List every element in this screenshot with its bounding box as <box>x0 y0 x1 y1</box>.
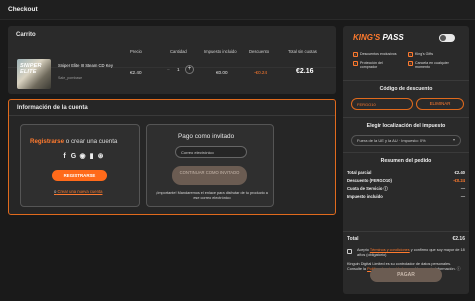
guest-heading: Pago como invitado <box>178 133 235 140</box>
facebook-icon[interactable]: f <box>60 152 69 161</box>
toggle-knob <box>440 35 446 41</box>
product-image-text: SNIPER ELITE <box>20 63 42 75</box>
col-discount: Descuento <box>249 49 270 54</box>
twitch-icon[interactable]: ▮ <box>87 152 96 161</box>
check-icon: ✓ <box>353 52 358 57</box>
guest-note: ¡Importante! Mandaremos el enlace para d… <box>156 191 268 200</box>
perk-item: Protección del comprador <box>360 61 383 70</box>
pay-button[interactable]: PAGAR <box>370 268 442 282</box>
summary-row: Total parcial €2.40 <box>347 170 465 175</box>
email-field[interactable] <box>175 146 247 158</box>
summary-total: Total €2.16 <box>347 236 465 242</box>
register-button[interactable]: REGISTRARSE <box>52 170 107 181</box>
perk-item: Descuentos exclusivos <box>360 52 397 56</box>
terms-checkbox[interactable] <box>347 249 352 254</box>
create-prefix: o <box>54 189 57 194</box>
register-heading: Registrarse o crear una cuenta <box>30 138 117 145</box>
item-total: €2.16 <box>296 68 314 75</box>
check-icon: ✓ <box>408 52 413 57</box>
divider <box>343 117 469 118</box>
item-discount: -€0.24 <box>254 70 268 75</box>
check-icon: ✓ <box>353 61 358 66</box>
kings-pass-logo: KING'S PASS <box>353 33 404 42</box>
cart-panel: Carrito <box>8 26 336 94</box>
tax-location-title: Elegir localización del impuesto <box>366 123 446 129</box>
continue-as-guest-button[interactable]: CONTINUAR COMO INVITADO <box>172 166 247 185</box>
col-tax: Impuesto incluido <box>204 49 237 54</box>
steam-icon[interactable]: ⊛ <box>96 152 105 161</box>
product-seller[interactable]: Sale_pornbase <box>58 76 82 80</box>
col-total: Total sin cuotas <box>288 49 317 54</box>
terms-link[interactable]: Términos y condiciones <box>370 248 410 252</box>
quantity-plus-button[interactable]: + <box>185 65 194 74</box>
kings-pass-box: KING'S PASS <box>351 29 461 47</box>
discount-code-field[interactable]: FERGO10 <box>351 98 413 110</box>
perk-item: Cancela en cualquier momento <box>415 61 449 70</box>
summary-row: Descuento (FERGO10) -€0.24 <box>347 178 465 183</box>
register-box <box>20 124 140 207</box>
order-summary-title: Resumen del pedido <box>380 158 432 164</box>
chevron-down-icon: ▾ <box>452 137 455 142</box>
item-tax: €0.00 <box>216 70 228 75</box>
account-title: Información de la cuenta <box>17 105 88 111</box>
summary-row: Cuota de Servicio ⓘ — <box>347 186 465 191</box>
quantity-minus-button[interactable]: − <box>167 67 170 73</box>
product-name[interactable]: Sniper Elite III Steam CD Key <box>58 63 122 68</box>
summary-row: Impuesto incluido — <box>347 194 465 199</box>
divider <box>343 231 469 232</box>
cart-title: Carrito <box>16 32 36 38</box>
col-quantity: Cantidad <box>170 49 187 54</box>
terms-text: Acepto Términos y condiciones y confirmo… <box>357 248 465 257</box>
product-image[interactable]: SNIPER ELITE <box>17 59 51 89</box>
col-price: Precio <box>130 49 142 54</box>
remove-code-button[interactable]: ELIMINAR <box>416 98 464 110</box>
create-account-link-row: o Crear una nueva cuenta <box>54 189 102 194</box>
register-heading-rest: o crear una cuenta <box>64 138 118 145</box>
tax-selected: Fuera de la UE y la AU · Impuesto: 0% <box>357 138 426 143</box>
discord-icon[interactable]: ◉ <box>78 152 87 161</box>
create-account-link[interactable]: Crear una nueva cuenta <box>58 189 103 194</box>
divider <box>343 152 469 153</box>
quantity-value: 1 <box>177 67 180 72</box>
perk-item: King's Gifts <box>415 52 434 56</box>
divider <box>343 80 469 81</box>
quantity-stepper: − 1 + <box>167 65 195 76</box>
item-price: €2.40 <box>130 70 142 75</box>
top-bar: Checkout <box>0 0 475 20</box>
discount-code-title: Código de descuento <box>379 86 433 92</box>
divider <box>9 115 335 116</box>
register-link[interactable]: Registrarse <box>30 138 64 145</box>
kings-pass-toggle[interactable] <box>439 34 455 42</box>
page-title: Checkout <box>8 6 38 13</box>
tax-location-select[interactable]: Fuera de la UE y la AU · Impuesto: 0% ▾ <box>351 135 461 146</box>
check-icon: ✓ <box>408 61 413 66</box>
google-icon[interactable]: G <box>69 152 78 161</box>
